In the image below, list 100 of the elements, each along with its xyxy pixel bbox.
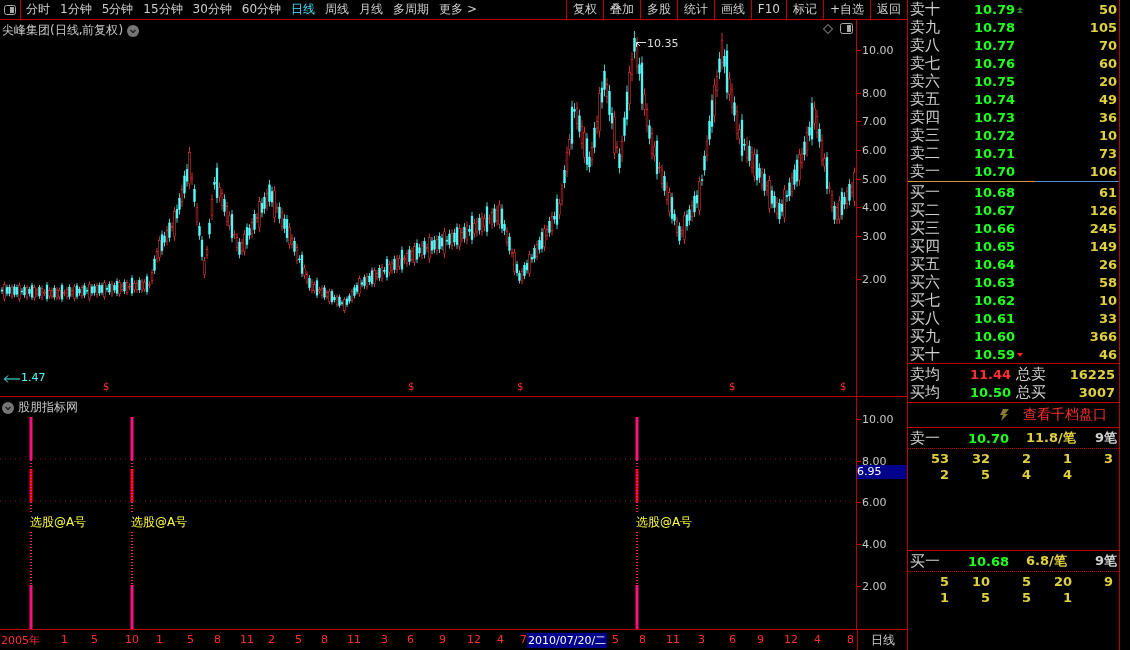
volume-value: 46: [1097, 347, 1117, 362]
signal-mark: $: [103, 381, 110, 392]
price-value: 10.78: [974, 20, 1016, 35]
order-volume: 53: [929, 451, 949, 467]
volume-value: 60: [1097, 56, 1117, 71]
more-menu[interactable]: 更多 >: [434, 1, 482, 18]
period-tab[interactable]: 月线: [354, 1, 389, 18]
leader-line: [4, 375, 20, 383]
volume-value: 73: [1097, 146, 1117, 161]
price-value: 10.60: [974, 329, 1016, 344]
order-volume: 10: [970, 574, 990, 590]
order-queue-button[interactable]: 查看千档盘口: [1023, 406, 1107, 424]
period-tab[interactable]: 60分钟: [236, 1, 287, 18]
order-volume: 4: [1061, 467, 1072, 483]
signal-label: 选股@A号: [131, 514, 188, 531]
volume-value: 36: [1097, 110, 1117, 125]
time-axis-label: 5: [90, 633, 99, 646]
period-tab[interactable]: 周线: [320, 1, 355, 18]
signal-mark: $: [517, 381, 524, 392]
order-volume: 2: [938, 467, 949, 483]
toolbar-button[interactable]: 标记: [785, 0, 823, 19]
time-axis-label: 8: [638, 633, 647, 646]
volume-value: 126: [1088, 203, 1117, 218]
price-value: 10.73: [974, 110, 1016, 125]
time-axis-label: 4: [496, 633, 505, 646]
toolbar-button[interactable]: 复权: [565, 0, 603, 19]
toolbar-button[interactable]: 返回: [870, 0, 907, 19]
time-axis-label: 1: [155, 633, 164, 646]
order-count: 9笔: [1093, 552, 1117, 570]
period-tab[interactable]: 15分钟: [138, 1, 188, 18]
period-tab[interactable]: 多周期: [388, 1, 435, 18]
up-arrow-icon: [1017, 6, 1024, 13]
level-label: 卖一: [910, 428, 941, 448]
volume-value: 20: [1097, 74, 1117, 89]
time-axis-label: 2010/07/20/二: [527, 633, 608, 648]
price-value: 10.64: [974, 257, 1016, 272]
toolbar-button[interactable]: 统计: [676, 0, 714, 19]
price-value: 10.77: [974, 38, 1016, 53]
time-axis-label: 9: [438, 633, 447, 646]
time-axis-label: 9: [756, 633, 765, 646]
volume-value: 58: [1097, 275, 1117, 290]
level-label: 卖六: [910, 72, 941, 91]
toolbar-button[interactable]: +自选: [822, 0, 870, 19]
level-label: 卖二: [910, 144, 941, 163]
level-label: 买八: [910, 309, 941, 328]
price-value: 10.79: [974, 2, 1016, 17]
panel-toggle-icon[interactable]: [840, 23, 853, 34]
period-tab[interactable]: 1分钟: [55, 1, 97, 18]
price-value: 10.66: [974, 221, 1016, 236]
price-axis-label: 3.00: [862, 229, 887, 243]
total-label: 总买: [1016, 383, 1047, 402]
volume-value: 106: [1088, 164, 1117, 179]
average-per-trade: 11.8/笔: [1026, 429, 1077, 447]
average-label: 卖均: [910, 365, 941, 384]
time-axis-label: 5: [611, 633, 620, 646]
time-axis-label: 1: [60, 633, 69, 646]
order-volume: 20: [1052, 574, 1072, 590]
period-tab[interactable]: 日线: [286, 1, 321, 18]
toolbar-button[interactable]: 叠加: [602, 0, 640, 19]
period-tab[interactable]: 30分钟: [187, 1, 237, 18]
leader-line: [636, 42, 646, 48]
level-label: 买一: [910, 551, 941, 571]
price-value: 10.61: [974, 311, 1016, 326]
price-value: 10.71: [974, 146, 1016, 161]
volume-value: 10: [1097, 293, 1117, 308]
toolbar-button[interactable]: F10: [750, 0, 786, 19]
time-axis-label: 10: [124, 633, 140, 646]
volume-value: 70: [1097, 38, 1117, 53]
diamond-icon[interactable]: [823, 24, 833, 34]
dropdown-icon[interactable]: [127, 24, 140, 37]
level-label: 卖五: [910, 90, 941, 109]
order-volume: 5: [979, 590, 990, 606]
chart-title: 尖峰集团(日线,前复权): [2, 22, 124, 39]
signal-mark: $: [840, 381, 847, 392]
volume-value: 61: [1097, 185, 1117, 200]
price-value: 10.70: [968, 430, 1011, 446]
level-label: 买九: [910, 327, 941, 346]
level-label: 买二: [910, 201, 941, 220]
order-volume: 1: [1061, 590, 1072, 606]
period-tab[interactable]: 分时: [21, 1, 55, 18]
time-axis-label: 8: [213, 633, 222, 646]
level-label: 买三: [910, 219, 941, 238]
price-axis-label: 4.00: [862, 200, 887, 214]
toolbar-button[interactable]: 多股: [639, 0, 677, 19]
time-axis-label: 4: [813, 633, 822, 646]
level-label: 卖七: [910, 54, 941, 73]
total-value: 16225: [1068, 367, 1115, 382]
volume-value: 149: [1088, 239, 1117, 254]
signal-mark: $: [408, 381, 415, 392]
order-volume: 3: [1102, 451, 1113, 467]
order-volume: 5: [979, 467, 990, 483]
volume-value: 49: [1097, 92, 1117, 107]
price-value: 10.68: [968, 553, 1011, 569]
dropdown-icon[interactable]: [2, 401, 14, 414]
indicator-axis-label: 10.00: [862, 412, 894, 426]
period-tab[interactable]: 5分钟: [96, 1, 139, 18]
toolbar-button[interactable]: 画线: [713, 0, 751, 19]
signal-label: 选股@A号: [30, 514, 87, 531]
level-label: 卖十: [910, 0, 941, 19]
time-axis-label: 3: [697, 633, 706, 646]
